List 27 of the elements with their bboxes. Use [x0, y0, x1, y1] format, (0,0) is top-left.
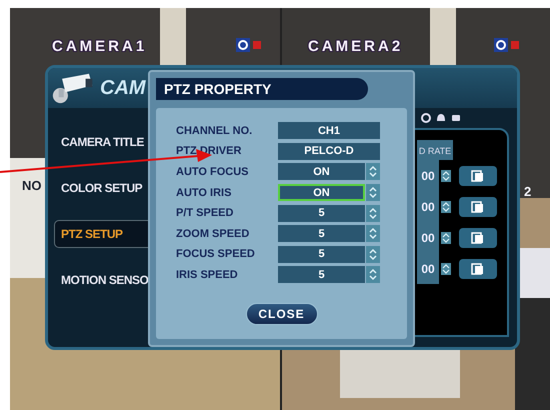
- field-label: FOCUS SPEED: [176, 248, 256, 260]
- overlay-text: NO: [22, 178, 42, 193]
- value-field[interactable]: 5: [278, 225, 365, 242]
- field-label: CHANNEL NO.: [176, 124, 254, 137]
- field-label: ZOOM SPEED: [176, 228, 250, 240]
- value-field[interactable]: CH1: [278, 122, 380, 140]
- camera-title: CAMERA1: [52, 38, 148, 55]
- value-field[interactable]: 5: [278, 204, 365, 222]
- camera-title: CAMERA2: [308, 38, 404, 55]
- field-label: IRIS SPEED: [176, 268, 239, 281]
- dialog-title: PTZ PROPERTY: [156, 78, 368, 100]
- value-field[interactable]: PELCO-D: [278, 142, 380, 160]
- column-header: D RATE: [417, 140, 453, 160]
- value-field[interactable]: ON: [278, 184, 365, 202]
- table-cell: 00: [417, 191, 439, 222]
- value-field[interactable]: ON: [278, 163, 365, 180]
- field-label: P/T SPEED: [176, 207, 234, 220]
- table-cell: 00: [417, 222, 439, 253]
- table-cell: 00: [417, 160, 439, 191]
- window-title: CAM: [100, 76, 146, 100]
- value-field[interactable]: 5: [278, 246, 365, 263]
- table-cell: 00: [417, 253, 439, 284]
- value-field[interactable]: 5: [278, 266, 365, 284]
- overlay-text: 2: [524, 184, 532, 199]
- close-button[interactable]: CLOSE: [246, 302, 318, 325]
- field-label: AUTO IRIS: [176, 186, 232, 199]
- field-label: AUTO FOCUS: [176, 166, 250, 178]
